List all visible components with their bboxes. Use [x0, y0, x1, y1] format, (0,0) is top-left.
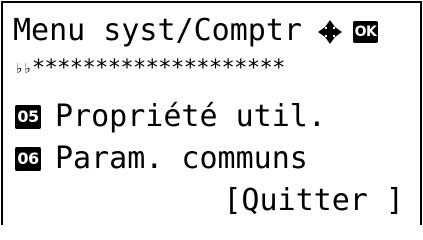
lcd-screen: Menu syst/Comptr OK ♭♭******************… [1, 1, 422, 225]
menu-item-param-communs[interactable]: 06 Param. communs [15, 141, 308, 177]
menu-item-number: 05 [15, 105, 41, 129]
stars-prefix: ♭♭ [15, 61, 32, 77]
menu-item-number: 06 [15, 147, 41, 171]
stars-row: ******************** [31, 58, 286, 80]
four-way-arrow-icon[interactable] [317, 19, 343, 45]
ok-button[interactable]: OK [353, 21, 378, 43]
title-controls: OK [317, 17, 378, 47]
screen-title: Menu syst/Comptr [13, 13, 302, 48]
menu-item-label: Propriété util. [55, 99, 326, 134]
menu-item-label: Param. communs [55, 141, 308, 176]
menu-item-propriete-util[interactable]: 05 Propriété util. [15, 99, 326, 135]
quit-softkey[interactable]: [Quitter ] [223, 183, 404, 219]
title-underline-stars: ♭♭******************** [15, 58, 415, 80]
